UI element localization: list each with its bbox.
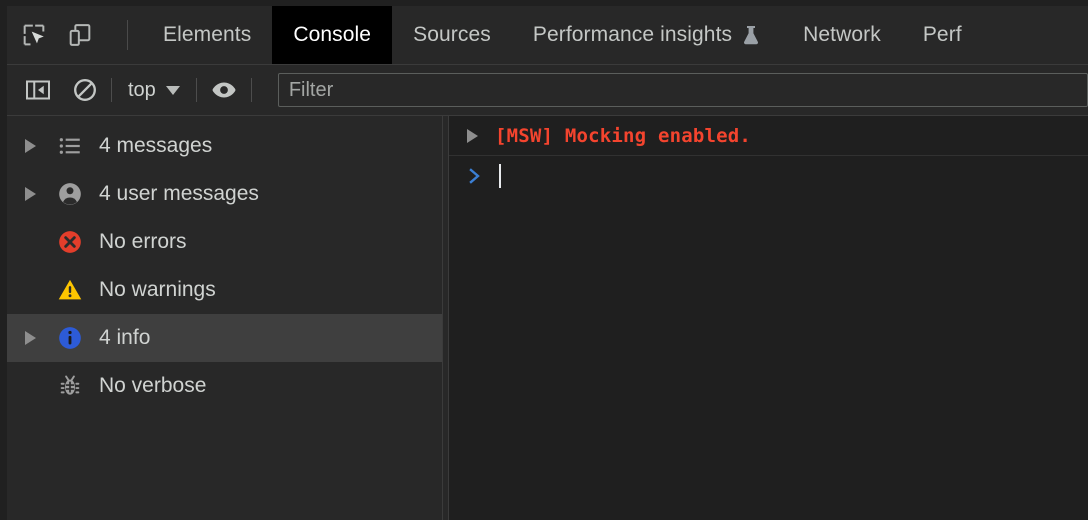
devtools-tabs: Elements Console Sources Performance ins… (142, 6, 1088, 64)
console-toolbar: top (7, 65, 1088, 116)
sidebar-item-info[interactable]: 4 info (7, 314, 442, 362)
toolbar-divider-2 (195, 78, 197, 102)
inspect-element-icon[interactable] (19, 20, 49, 50)
info-icon (51, 325, 89, 351)
eye-icon[interactable] (209, 74, 239, 106)
sidebar-item-verbose-label: No verbose (99, 374, 207, 397)
console-text-caret (499, 164, 501, 188)
console-empty-space (449, 196, 1088, 520)
disclosure-triangle-icon[interactable] (25, 139, 51, 153)
sidebar-item-info-label: 4 info (99, 326, 151, 349)
tabbar-divider (127, 20, 128, 50)
toolbar-divider-1 (111, 78, 112, 102)
device-toolbar-icon[interactable] (65, 20, 95, 50)
sidebar-item-errors[interactable]: No errors (7, 218, 442, 266)
console-message-text: [MSW] Mocking enabled. (495, 124, 752, 147)
console-message-row[interactable]: [MSW] Mocking enabled. (449, 116, 1088, 156)
disclosure-triangle-icon[interactable] (25, 331, 51, 345)
sidebar-item-warnings[interactable]: No warnings (7, 266, 442, 314)
tab-performance-label: Perf (922, 23, 962, 46)
tab-console-label: Console (293, 23, 372, 46)
console-context-value: top (128, 78, 156, 101)
warning-icon (51, 277, 89, 303)
sidebar-item-verbose[interactable]: No verbose (7, 362, 442, 410)
chevron-down-icon (165, 85, 180, 95)
sidebar-item-messages-label: 4 messages (99, 134, 213, 157)
prompt-chevron-icon (465, 166, 495, 186)
tab-performance[interactable]: Perf (902, 6, 983, 64)
sidebar-item-errors-label: No errors (99, 230, 187, 253)
clear-console-icon[interactable] (71, 74, 99, 106)
console-filter-wrap (277, 73, 1088, 107)
toolbar-divider-3 (250, 78, 252, 102)
tab-sources-label: Sources (413, 23, 491, 46)
bug-icon (51, 373, 89, 399)
disclosure-triangle-icon[interactable] (25, 187, 51, 201)
list-icon (51, 133, 89, 159)
search-input[interactable] (277, 73, 1088, 107)
sidebar-item-messages[interactable]: 4 messages (7, 122, 442, 170)
console-sidebar: 4 messages 4 user messages No errors No … (7, 116, 442, 520)
error-icon (51, 229, 89, 255)
sidebar-item-user-messages[interactable]: 4 user messages (7, 170, 442, 218)
tab-network[interactable]: Network (782, 6, 902, 64)
tab-network-label: Network (803, 23, 881, 46)
disclosure-triangle-icon[interactable] (467, 128, 495, 143)
tab-console[interactable]: Console (272, 6, 393, 64)
devtools-window: Elements Console Sources Performance ins… (0, 0, 1088, 520)
console-sidebar-icon[interactable] (23, 74, 53, 106)
tab-elements-label: Elements (163, 23, 252, 46)
sidebar-item-warnings-label: No warnings (99, 278, 216, 301)
person-icon (51, 181, 89, 207)
sidebar-item-user-messages-label: 4 user messages (99, 182, 259, 205)
tab-performance-insights[interactable]: Performance insights (512, 6, 782, 64)
tab-performance-insights-label: Performance insights (532, 23, 733, 46)
tabbar-tool-icons (7, 6, 142, 64)
console-body: 4 messages 4 user messages No errors No … (7, 116, 1088, 520)
console-prompt-row[interactable] (449, 156, 1088, 196)
devtools-tabbar: Elements Console Sources Performance ins… (7, 6, 1088, 65)
experiment-flask-icon (741, 24, 761, 46)
console-context-selector[interactable]: top (124, 79, 184, 102)
tab-elements[interactable]: Elements (142, 6, 272, 64)
console-output-pane: [MSW] Mocking enabled. (449, 116, 1088, 520)
sidebar-splitter[interactable] (442, 116, 449, 520)
tab-sources[interactable]: Sources (392, 6, 512, 64)
